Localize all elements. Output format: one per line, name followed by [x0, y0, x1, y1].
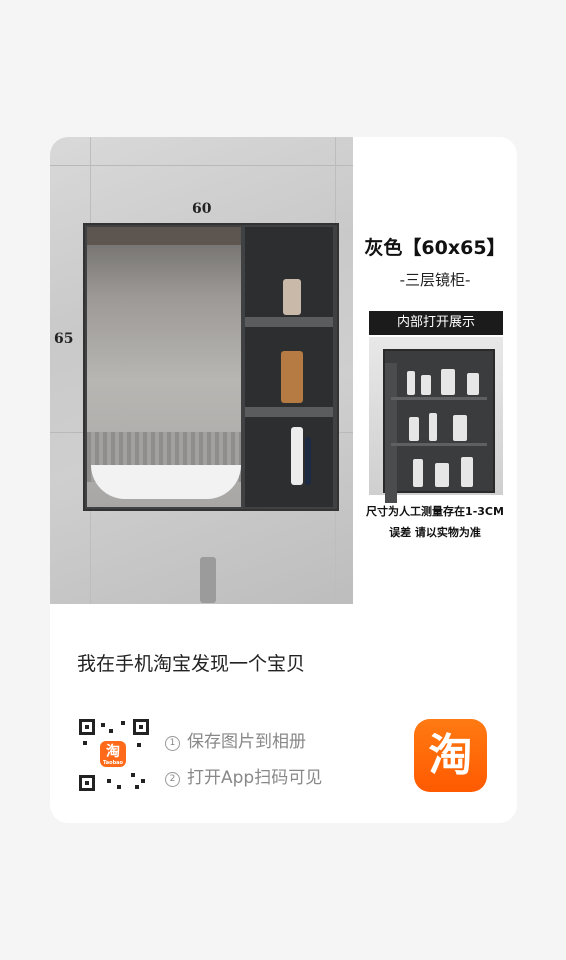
inner-product	[467, 373, 479, 395]
qr-finder	[133, 719, 149, 735]
qr-module	[117, 785, 121, 789]
inner-view-photo	[369, 337, 503, 503]
color-size-title: 灰色【60x65】	[364, 237, 506, 259]
qr-module	[109, 729, 113, 733]
mirror-door	[87, 227, 241, 507]
open-shelves	[245, 227, 333, 507]
product-info-panel: 灰色【60x65】 -三层镜柜- 内部打开展示 尺寸为人工测量存在1-3CM 误…	[353, 137, 517, 604]
qr-module	[121, 721, 125, 725]
qr-code-icon[interactable]: 淘 Taobao	[79, 719, 149, 791]
toothbrush	[305, 437, 311, 485]
step2-text: 打开App扫码可见	[187, 768, 323, 788]
bathroom-photo: 60 65	[50, 137, 353, 604]
qr-finder	[79, 719, 95, 735]
inner-product	[453, 415, 467, 441]
inner-product	[421, 375, 431, 395]
inner-door	[385, 363, 397, 503]
inner-shelf	[391, 397, 487, 400]
product-image: 60 65 灰色【60x65】 -三层镜柜- 内部打开展示 尺寸为人工测量存在1…	[50, 137, 517, 604]
qr-module	[141, 779, 145, 783]
qr-logo-char: 淘	[106, 744, 120, 760]
soap-bottle	[281, 351, 303, 403]
shelf	[245, 407, 333, 417]
shelf	[245, 317, 333, 327]
width-dimension-label: 60	[192, 201, 212, 217]
inner-product	[441, 369, 455, 395]
step1-text: 保存图片到相册	[187, 732, 306, 752]
step2-number-icon: 2	[165, 772, 180, 787]
step-save-image: 1 保存图片到相册	[165, 727, 306, 752]
mirror-cabinet	[83, 223, 339, 511]
faucet	[200, 557, 216, 603]
taobao-logo-icon: 淘 Taobao	[100, 741, 126, 767]
share-headline: 我在手机淘宝发现一个宝贝	[77, 653, 306, 675]
sink-reflection	[91, 465, 241, 499]
inner-view-label: 内部打开展示	[369, 311, 503, 335]
qr-logo-sub: Taobao	[103, 760, 123, 766]
toothpaste	[291, 427, 303, 485]
mirror-reflection-top	[87, 227, 241, 245]
qr-finder	[79, 775, 95, 791]
diffuser-bottle	[283, 279, 301, 315]
qr-module	[135, 785, 139, 789]
inner-product	[429, 413, 437, 441]
inner-product	[409, 417, 419, 441]
inner-product	[407, 371, 415, 395]
inner-product	[435, 463, 449, 487]
qr-module	[107, 779, 111, 783]
step-open-app: 2 打开App扫码可见	[165, 763, 322, 788]
tile-line	[50, 165, 353, 166]
inner-shelf	[391, 443, 487, 446]
height-dimension-label: 65	[54, 331, 74, 347]
inner-product	[413, 459, 423, 487]
qr-module	[83, 741, 87, 745]
qr-module	[131, 773, 135, 777]
share-card: 60 65 灰色【60x65】 -三层镜柜- 内部打开展示 尺寸为人工测量存在1…	[50, 137, 517, 823]
measurement-note-line1: 尺寸为人工测量存在1-3CM	[366, 505, 504, 518]
qr-module	[137, 743, 141, 747]
measurement-note-line2: 误差 请以实物为准	[389, 526, 481, 539]
taobao-app-icon[interactable]: 淘	[414, 719, 487, 792]
product-subtitle: -三层镜柜-	[399, 271, 471, 289]
inner-cabinet	[383, 349, 495, 503]
qr-module	[101, 723, 105, 727]
step1-number-icon: 1	[165, 736, 180, 751]
inner-product	[461, 457, 473, 487]
